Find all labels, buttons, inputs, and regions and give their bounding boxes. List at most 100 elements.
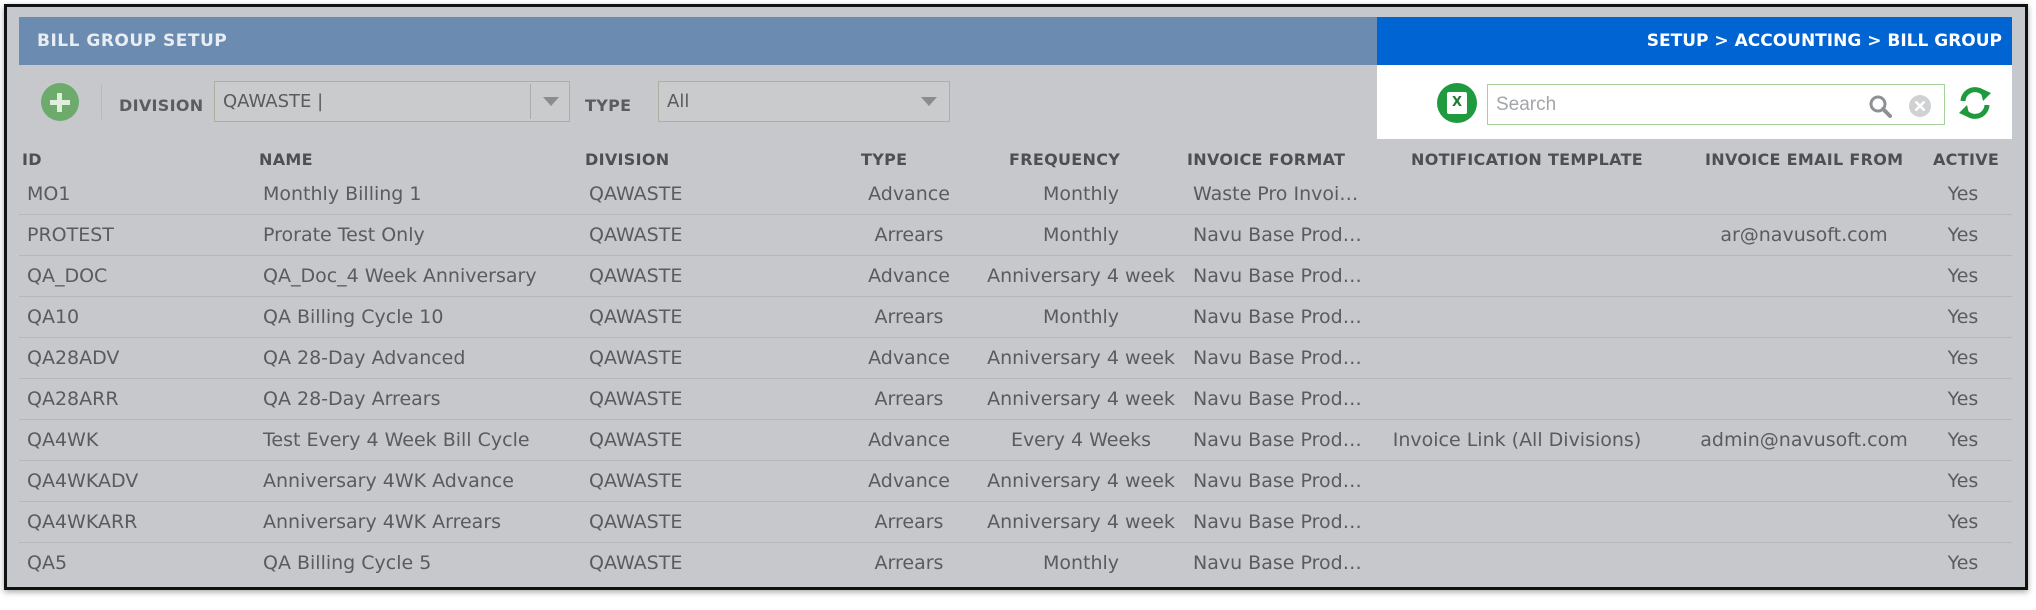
- search-input[interactable]: [1494, 89, 1858, 121]
- division-label: DIVISION: [119, 96, 204, 115]
- cell-invoice-format: Navu Base Prod…: [1193, 224, 1362, 246]
- search-icon[interactable]: [1868, 94, 1892, 118]
- cell-id: QA10: [27, 306, 80, 328]
- cell-name: Anniversary 4WK Arrears: [263, 511, 502, 533]
- type-select-value: All: [667, 91, 690, 112]
- column-header-active[interactable]: ACTIVE: [1933, 150, 1999, 169]
- cell-invoice-format: Navu Base Prod…: [1193, 265, 1362, 287]
- cell-frequency: Every 4 Weeks: [1010, 429, 1152, 451]
- cell-active: Yes: [1947, 388, 1979, 410]
- cell-frequency: Anniversary 4 week: [987, 511, 1175, 533]
- cell-active: Yes: [1947, 306, 1979, 328]
- select-divider: [530, 84, 531, 119]
- table-row[interactable]: QA4WKADV Anniversary 4WK Advance QAWASTE Ad…: [19, 460, 2012, 502]
- cell-frequency: Monthly: [1042, 224, 1120, 246]
- cell-division: QAWASTE: [589, 388, 683, 410]
- column-header-id[interactable]: ID: [22, 150, 42, 169]
- type-label: TYPE: [585, 96, 632, 115]
- breadcrumb-bar: SETUP > ACCOUNTING > BILL GROUP: [1377, 17, 2012, 65]
- table-row[interactable]: MO1 Monthly Billing 1 QAWASTE Advance Monthl…: [19, 173, 2012, 215]
- cell-id: QA4WKADV: [27, 470, 139, 492]
- table-row[interactable]: QA4WKARR Anniversary 4WK Arrears QAWASTE Ar…: [19, 501, 2012, 543]
- cell-division: QAWASTE: [589, 265, 683, 287]
- cell-invoice-format: Navu Base Prod…: [1193, 552, 1362, 574]
- cell-name: QA Billing Cycle 10: [263, 306, 444, 328]
- cell-frequency: Anniversary 4 week: [987, 388, 1175, 410]
- cell-name: QA Billing Cycle 5: [263, 552, 432, 574]
- column-header-frequency[interactable]: FREQUENCY: [1009, 150, 1120, 169]
- refresh-icon[interactable]: [1955, 83, 1995, 123]
- cell-invoice-format: Navu Base Prod…: [1193, 429, 1362, 451]
- cell-invoice-email-from: admin@navusoft.com: [1700, 429, 1908, 451]
- table-row[interactable]: QA_DOC QA_Doc_4 Week Anniversary QAWASTE Ad…: [19, 255, 2012, 297]
- cell-invoice-format: Navu Base Prod…: [1193, 306, 1362, 328]
- column-header-division[interactable]: DIVISION: [585, 150, 669, 169]
- cell-name: QA 28-Day Arrears: [263, 388, 441, 410]
- cell-invoice-format: Navu Base Prod…: [1193, 347, 1362, 369]
- cell-name: Test Every 4 Week Bill Cycle: [263, 429, 530, 451]
- cell-frequency: Monthly: [1042, 306, 1120, 328]
- table-row[interactable]: QA28ARR QA 28-Day Arrears QAWASTE Arrears An…: [19, 378, 2012, 420]
- cell-name: Prorate Test Only: [263, 224, 425, 246]
- cell-id: QA28ADV: [27, 347, 120, 369]
- cell-active: Yes: [1947, 429, 1979, 451]
- cell-division: QAWASTE: [589, 183, 683, 205]
- column-header-name[interactable]: NAME: [259, 150, 313, 169]
- cell-id: QA4WKARR: [27, 511, 138, 533]
- cell-invoice-format: Navu Base Prod…: [1193, 470, 1362, 492]
- table-row[interactable]: QA5 QA Billing Cycle 5 QAWASTE Arrears Month…: [19, 542, 2012, 583]
- cell-name: QA_Doc_4 Week Anniversary: [263, 265, 537, 287]
- cell-frequency: Anniversary 4 week: [987, 265, 1175, 287]
- cell-name: Anniversary 4WK Advance: [263, 470, 514, 492]
- cell-division: QAWASTE: [589, 224, 683, 246]
- cell-id: QA5: [27, 552, 68, 574]
- cell-division: QAWASTE: [589, 429, 683, 451]
- bill-group-panel: BILL GROUP SETUP SETUP > ACCOUNTING > BI…: [19, 17, 2012, 583]
- excel-export-icon[interactable]: X: [1437, 83, 1477, 123]
- division-select[interactable]: QAWASTE |: [214, 81, 570, 122]
- cell-invoice-format: Navu Base Prod…: [1193, 388, 1362, 410]
- breadcrumb: SETUP > ACCOUNTING > BILL GROUP: [1646, 31, 2002, 51]
- add-bill-group-button[interactable]: [41, 83, 79, 121]
- cell-frequency: Monthly: [1042, 183, 1120, 205]
- chevron-down-icon[interactable]: [543, 97, 559, 106]
- column-header-invoice-email-from[interactable]: INVOICE EMAIL FROM: [1705, 150, 1903, 169]
- table-row[interactable]: PROTEST Prorate Test Only QAWASTE Arrears Mo…: [19, 214, 2012, 256]
- division-select-value: QAWASTE |: [223, 91, 324, 112]
- cell-division: QAWASTE: [589, 511, 683, 533]
- cell-active: Yes: [1947, 265, 1979, 287]
- column-header-invoice-format[interactable]: INVOICE FORMAT: [1187, 150, 1345, 169]
- search-box: [1487, 84, 1945, 125]
- table-row[interactable]: QA4WK Test Every 4 Week Bill Cycle QAWASTE…: [19, 419, 2012, 461]
- cell-id: QA_DOC: [27, 265, 108, 287]
- cell-active: Yes: [1947, 183, 1979, 205]
- cell-name: QA 28-Day Advanced: [263, 347, 466, 369]
- cell-id: QA4WK: [27, 429, 99, 451]
- cell-division: QAWASTE: [589, 347, 683, 369]
- cell-division: QAWASTE: [589, 552, 683, 574]
- cell-active: Yes: [1947, 552, 1979, 574]
- cell-active: Yes: [1947, 470, 1979, 492]
- cell-division: QAWASTE: [589, 306, 683, 328]
- cell-active: Yes: [1947, 224, 1979, 246]
- column-header-notification-template[interactable]: NOTIFICATION TEMPLATE: [1411, 150, 1643, 169]
- cell-frequency: Anniversary 4 week: [987, 470, 1175, 492]
- cell-id: MO1: [27, 183, 71, 205]
- excel-icon-glyph: X: [1447, 92, 1467, 114]
- cell-invoice-format: Waste Pro Invoi…: [1193, 183, 1359, 205]
- table-row[interactable]: QA10 QA Billing Cycle 10 QAWASTE Arrears Mon…: [19, 296, 2012, 338]
- cell-id: QA28ARR: [27, 388, 119, 410]
- cell-id: PROTEST: [27, 224, 114, 246]
- app-window: BILL GROUP SETUP SETUP > ACCOUNTING > BI…: [4, 4, 2028, 590]
- column-header-type[interactable]: TYPE: [861, 150, 907, 169]
- toolbar-divider: [101, 85, 102, 119]
- table-row[interactable]: QA28ADV QA 28-Day Advanced QAWASTE Advance A…: [19, 337, 2012, 379]
- cell-active: Yes: [1947, 347, 1979, 369]
- clear-icon[interactable]: [1908, 94, 1932, 118]
- cell-active: Yes: [1947, 511, 1979, 533]
- cell-notification-template: Invoice Link (All Divisions): [1392, 429, 1642, 451]
- type-select[interactable]: All: [658, 81, 950, 122]
- cell-name: Monthly Billing 1: [263, 183, 422, 205]
- page-title: BILL GROUP SETUP: [37, 31, 228, 51]
- chevron-down-icon[interactable]: [921, 97, 937, 106]
